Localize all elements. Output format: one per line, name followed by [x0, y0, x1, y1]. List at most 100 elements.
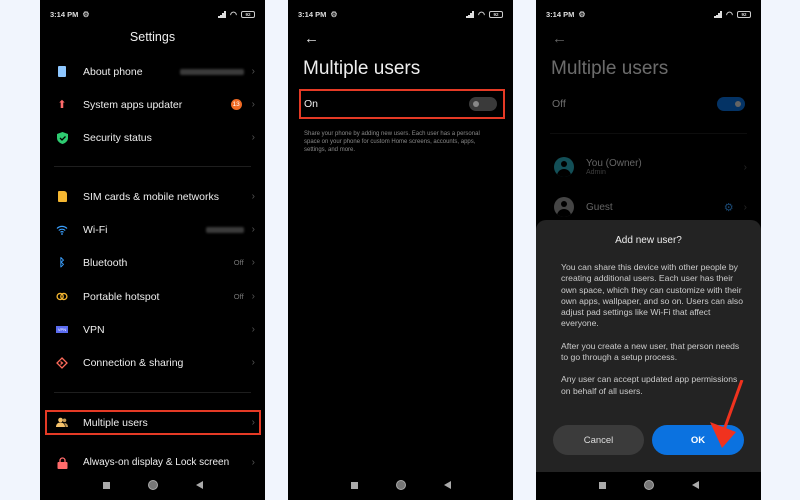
user-name: You (Owner)	[586, 158, 642, 169]
hotspot-icon	[56, 291, 68, 303]
back-button[interactable]	[195, 481, 203, 489]
wifi-icon	[56, 224, 68, 236]
battery-icon: 92	[489, 10, 503, 18]
recents-button[interactable]	[102, 481, 110, 489]
section-divider	[54, 392, 251, 393]
page-title: Settings	[129, 30, 176, 44]
chevron-right-icon: ›	[743, 161, 747, 173]
settings-gear-icon: ⚙	[330, 9, 338, 19]
annotation-arrow-icon	[710, 380, 744, 448]
navigation-bar	[536, 478, 761, 492]
back-arrow-icon[interactable]: ←	[304, 30, 319, 47]
back-button[interactable]	[691, 481, 699, 489]
status-time: 3:14 PM	[50, 9, 79, 19]
recents-button[interactable]	[350, 481, 358, 489]
settings-item-label: About phone	[83, 65, 143, 78]
chevron-right-icon: ›	[251, 257, 255, 268]
phone-screen-multiple-users: 3:14 PM ⚙ ◠ 92 ← Multiple users On Share…	[288, 0, 513, 500]
user-avatar-icon	[554, 157, 574, 177]
recents-button[interactable]	[598, 481, 606, 489]
status-bar: 3:14 PM ⚙ ◠ 92	[298, 8, 503, 20]
toggle-label: Off	[552, 98, 566, 110]
chevron-right-icon: ›	[251, 324, 255, 335]
multiple-users-toggle-row[interactable]: Off	[552, 92, 745, 116]
highlight-box	[299, 89, 505, 119]
settings-item-about-phone[interactable]: About phone ›	[40, 55, 265, 88]
status-time: 3:14 PM	[546, 9, 575, 19]
settings-item-connection-sharing[interactable]: Connection & sharing ›	[40, 346, 265, 379]
home-button[interactable]	[147, 480, 158, 490]
section-divider	[54, 166, 251, 167]
connection-sharing-icon	[56, 356, 68, 369]
settings-item-sim-cards[interactable]: SIM cards & mobile networks ›	[40, 180, 265, 213]
gear-icon[interactable]: ⚙	[724, 201, 734, 214]
settings-item-label: System apps updater	[83, 98, 183, 111]
dialog-title: Add new user?	[615, 235, 682, 246]
cancel-button[interactable]: Cancel	[553, 425, 644, 455]
navigation-bar	[288, 478, 513, 492]
chevron-right-icon: ›	[251, 191, 255, 202]
page-title: Multiple users	[303, 58, 421, 79]
guest-avatar-icon	[554, 197, 574, 217]
user-name: Guest	[586, 201, 613, 213]
status-bar: 3:14 PM ⚙ ◠ 92	[546, 8, 751, 20]
phone-info-icon	[56, 66, 68, 78]
battery-icon: 92	[241, 10, 255, 18]
user-item-guest[interactable]: Guest ⚙ ›	[554, 197, 747, 217]
chevron-right-icon: ›	[251, 224, 255, 235]
settings-gear-icon: ⚙	[578, 9, 586, 19]
update-count-badge: 13	[230, 99, 242, 110]
settings-item-bluetooth[interactable]: ᛒ Bluetooth Off ›	[40, 246, 265, 279]
chevron-right-icon: ›	[251, 99, 255, 110]
settings-item-security-status[interactable]: Security status ›	[40, 121, 265, 154]
settings-item-vpn[interactable]: VPN VPN ›	[40, 313, 265, 346]
settings-item-label: Bluetooth	[83, 256, 128, 269]
highlight-box	[45, 410, 261, 435]
wifi-status-icon: ◠	[726, 9, 733, 19]
phone-screen-settings: 3:14 PM ⚙ ◠ 92 Settings About phone › ⬆ …	[40, 0, 265, 500]
settings-item-value: Off	[233, 292, 244, 301]
back-button[interactable]	[443, 481, 451, 489]
battery-icon: 92	[737, 10, 751, 18]
wifi-status-icon: ◠	[230, 9, 237, 19]
settings-item-value: Off	[233, 258, 244, 267]
description-text: Share your phone by adding new users. Ea…	[304, 131, 480, 153]
shield-check-icon	[56, 131, 68, 144]
user-item-owner[interactable]: You (Owner) Admin ›	[554, 157, 747, 177]
blurred-value	[205, 226, 244, 233]
blurred-value	[179, 68, 244, 75]
page-title: Multiple users	[551, 58, 669, 79]
settings-item-label: Always-on display & Lock screen	[83, 456, 230, 468]
signal-icon	[218, 10, 226, 18]
dialog-paragraph: After you create a new user, that person…	[561, 340, 740, 363]
section-divider	[550, 133, 747, 134]
multiple-users-toggle[interactable]	[717, 97, 745, 111]
sim-card-icon	[56, 191, 68, 203]
chevron-right-icon: ›	[251, 291, 255, 302]
back-arrow-icon[interactable]: ←	[552, 30, 567, 47]
home-button[interactable]	[395, 480, 406, 490]
status-time: 3:14 PM	[298, 9, 327, 19]
settings-item-label: SIM cards & mobile networks	[83, 190, 219, 203]
settings-item-label: Wi-Fi	[83, 223, 108, 236]
vpn-icon: VPN	[56, 326, 68, 333]
home-button[interactable]	[643, 480, 654, 490]
settings-item-label: Security status	[83, 131, 152, 144]
settings-item-always-on-display[interactable]: Always-on display & Lock screen ›	[40, 446, 265, 479]
chevron-right-icon: ›	[251, 66, 255, 77]
settings-item-wifi[interactable]: Wi-Fi ›	[40, 213, 265, 246]
signal-icon	[714, 10, 722, 18]
wifi-status-icon: ◠	[478, 9, 485, 19]
signal-icon	[466, 10, 474, 18]
chevron-right-icon: ›	[743, 201, 747, 213]
settings-item-system-apps-updater[interactable]: ⬆ System apps updater 13 ›	[40, 88, 265, 121]
status-bar: 3:14 PM ⚙ ◠ 92	[50, 8, 255, 20]
settings-item-label: Connection & sharing	[83, 356, 184, 369]
settings-gear-icon: ⚙	[82, 9, 90, 19]
navigation-bar	[40, 478, 265, 492]
lock-icon	[56, 456, 68, 469]
settings-item-label: Portable hotspot	[83, 290, 160, 303]
dialog-paragraph: You can share this device with other peo…	[561, 262, 744, 329]
settings-item-portable-hotspot[interactable]: Portable hotspot Off ›	[40, 280, 265, 313]
settings-item-label: VPN	[83, 323, 105, 336]
